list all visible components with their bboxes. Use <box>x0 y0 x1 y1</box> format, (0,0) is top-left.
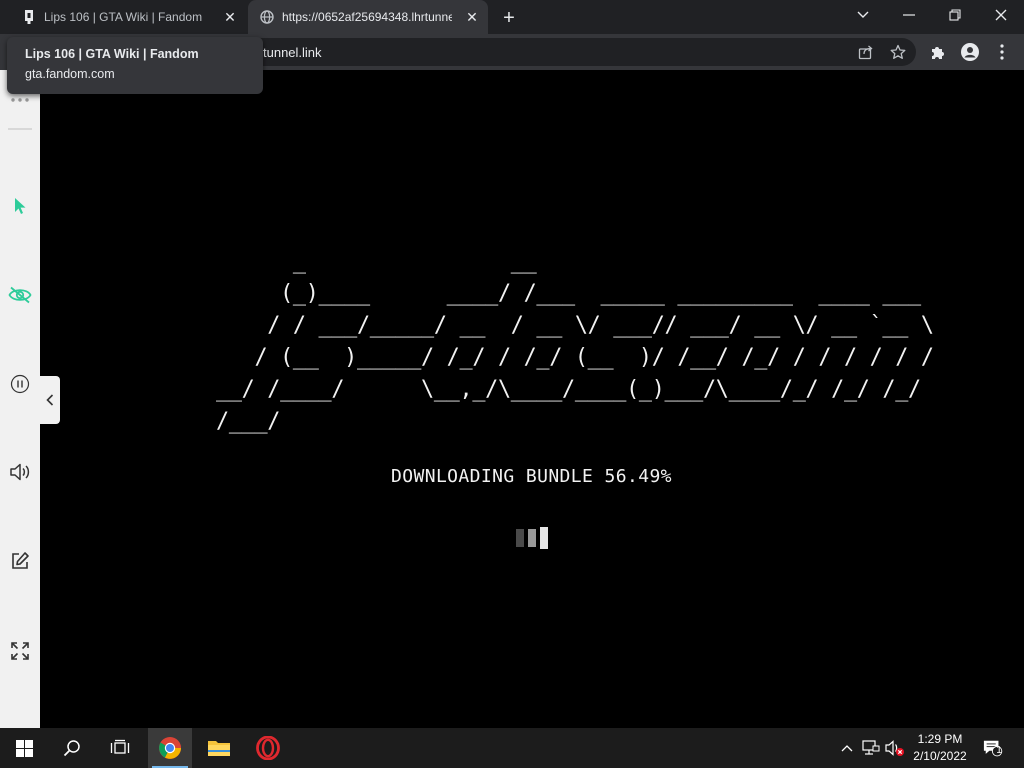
spinner-bar <box>516 529 524 547</box>
tab-title: https://0652af25694348.lhrtunnel.link <box>282 10 452 24</box>
spinner-bar <box>540 527 548 549</box>
taskbar-clock[interactable]: 1:29 PM 2/10/2022 <box>906 731 974 765</box>
tab-title: Lips 106 | GTA Wiki | Fandom <box>44 10 203 24</box>
tab-close-icon[interactable]: ✕ <box>464 9 480 25</box>
network-ethernet-icon[interactable] <box>861 738 881 758</box>
profile-avatar-icon[interactable] <box>960 42 980 62</box>
opera-browser-icon[interactable] <box>246 728 290 768</box>
tab-close-icon[interactable]: ✕ <box>222 9 238 25</box>
spinner-bar <box>528 529 536 547</box>
fullscreen-expand-icon[interactable] <box>8 639 32 663</box>
side-panel <box>0 94 40 728</box>
file-explorer-folder-icon[interactable] <box>197 728 241 768</box>
close-window-icon[interactable] <box>978 0 1024 30</box>
search-icon[interactable] <box>50 728 94 768</box>
notification-count-badge: 1 <box>996 745 1002 756</box>
task-view-icon[interactable] <box>98 728 142 768</box>
tooltip-title: Lips 106 | GTA Wiki | Fandom <box>25 47 199 61</box>
kebab-menu-icon[interactable] <box>992 42 1012 62</box>
fandom-favicon-icon <box>25 10 33 24</box>
windows-start-icon[interactable] <box>2 728 46 768</box>
chrome-taskbar-icon[interactable] <box>148 728 192 768</box>
download-status-text: DOWNLOADING BUNDLE 56.49% <box>391 466 672 487</box>
tab-search-chevron-down-icon[interactable] <box>840 0 886 30</box>
share-icon[interactable] <box>856 42 876 62</box>
address-bar-url[interactable]: tunnel.link <box>263 45 322 60</box>
ascii-logo: _ __ (_)____ ____/ /___ _____ _________ … <box>216 249 934 434</box>
restore-icon[interactable] <box>932 0 978 30</box>
cursor-arrow-icon[interactable] <box>8 194 32 218</box>
globe-icon <box>260 10 274 24</box>
divider-line <box>8 117 32 141</box>
tab-hover-tooltip: Lips 106 | GTA Wiki | Fandom gta.fandom.… <box>7 37 263 94</box>
pause-circle-icon[interactable] <box>8 372 32 396</box>
screen: Lips 106 | GTA Wiki | Fandom ✕ https://0… <box>0 0 1024 768</box>
edit-pencil-icon[interactable] <box>8 549 32 573</box>
bookmark-star-icon[interactable] <box>888 42 908 62</box>
clock-time: 1:29 PM <box>917 732 963 746</box>
speaker-muted-icon[interactable] <box>885 738 905 758</box>
eye-off-icon[interactable] <box>8 283 32 307</box>
new-tab-plus-icon[interactable]: + <box>498 7 520 29</box>
speaker-volume-icon[interactable] <box>8 460 32 484</box>
collapse-panel-chevron-left-icon[interactable] <box>40 376 60 424</box>
minimize-icon[interactable] <box>886 0 932 30</box>
tab-gta-wiki[interactable]: Lips 106 | GTA Wiki | Fandom ✕ <box>10 0 246 34</box>
tray-chevron-up-icon[interactable] <box>837 738 857 758</box>
loading-spinner <box>516 527 550 549</box>
extensions-puzzle-icon[interactable] <box>928 42 948 62</box>
clock-date: 2/10/2022 <box>913 749 967 763</box>
tooltip-domain: gta.fandom.com <box>25 67 115 81</box>
tab-lhrtunnel[interactable]: https://0652af25694348.lhrtunnel.link ✕ <box>248 0 488 34</box>
